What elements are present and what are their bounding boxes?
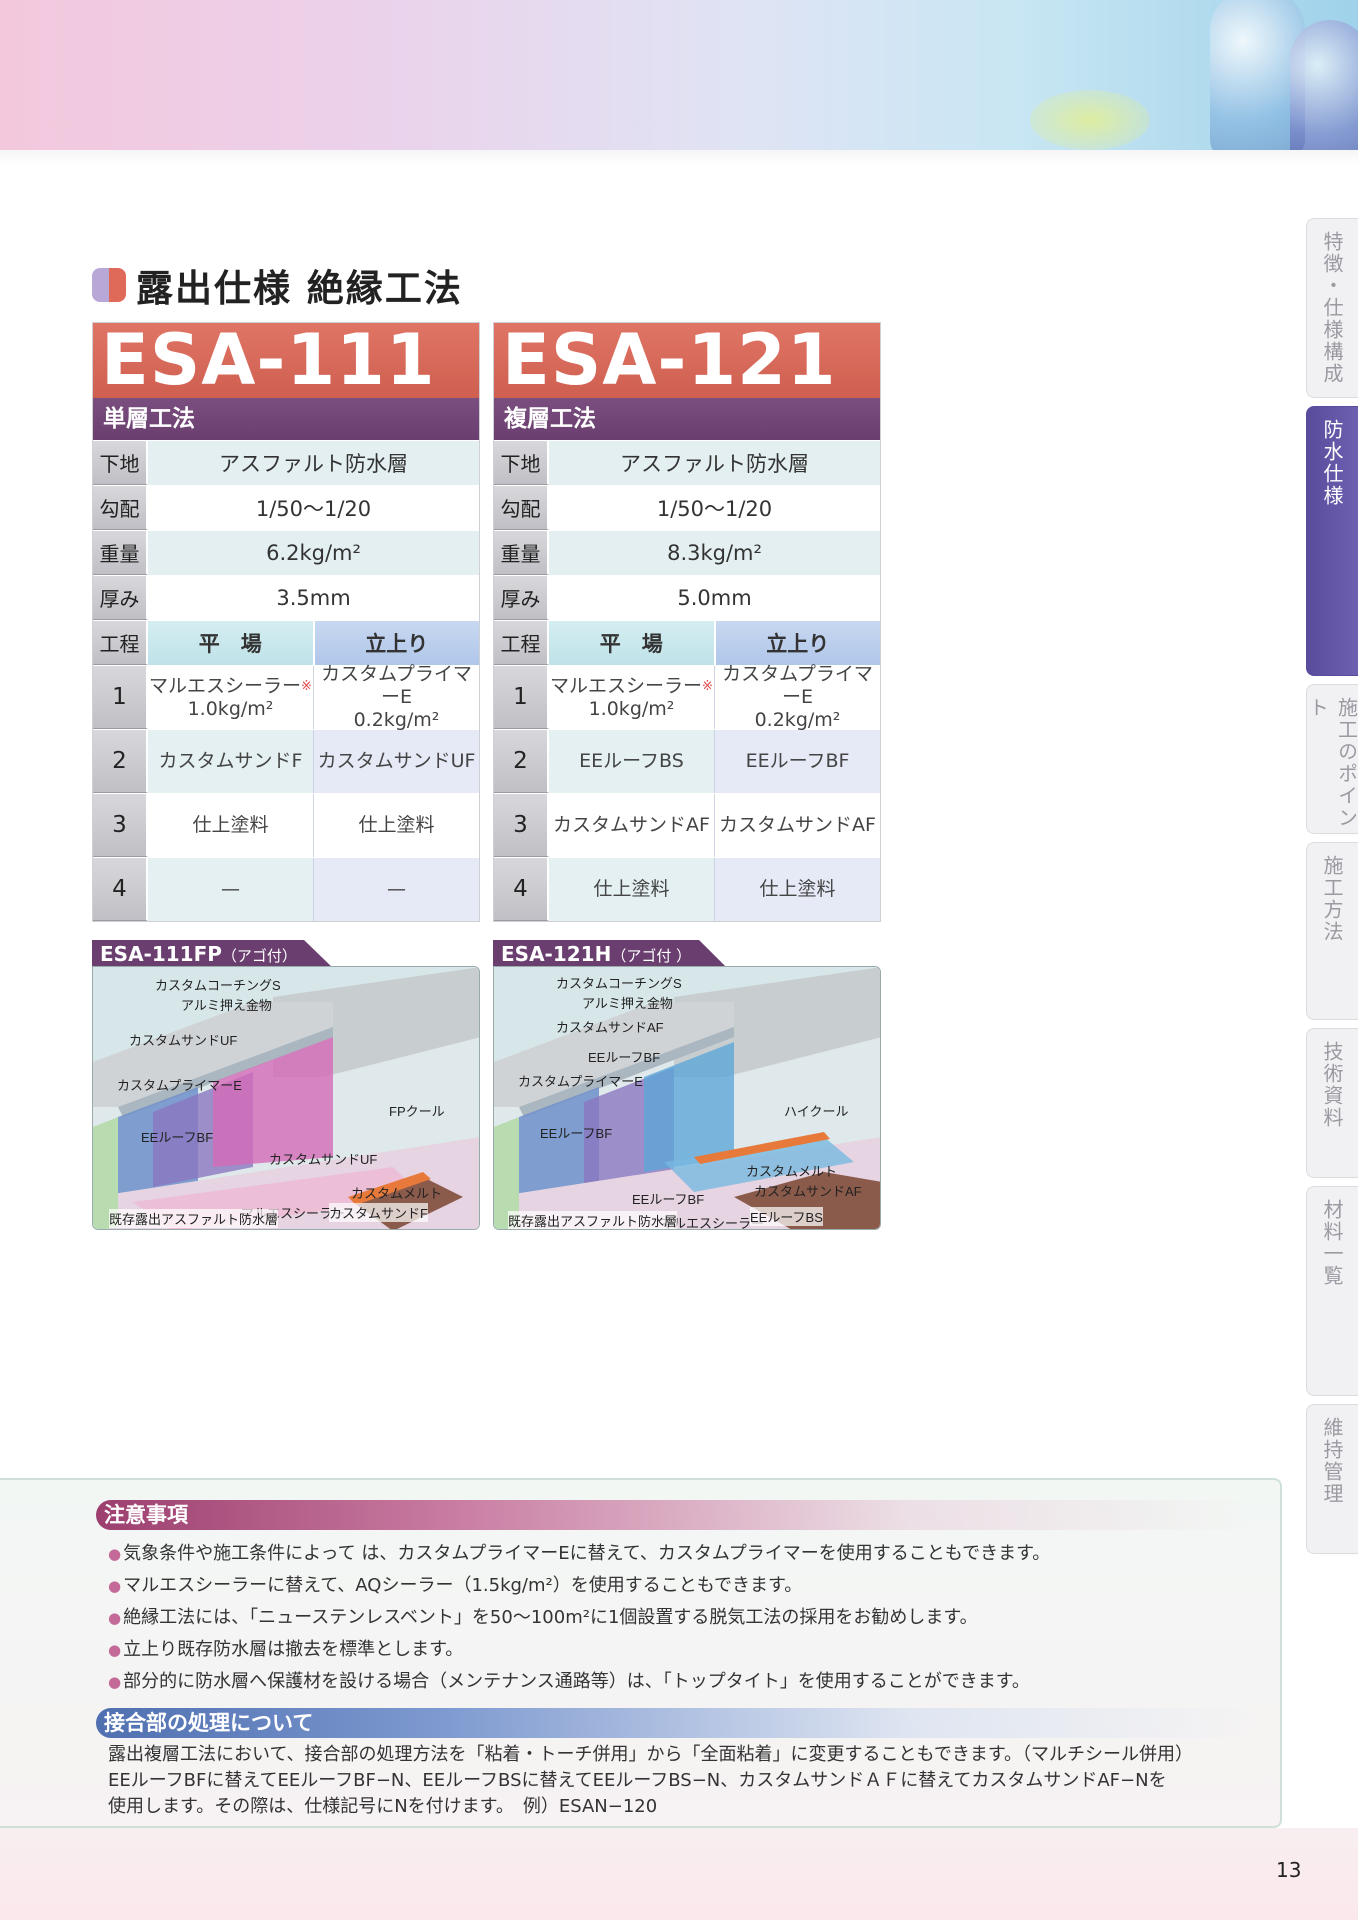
diagram-illustration: カスタムコーチングS アルミ押え金物 カスタムサンドAF EEルーフBF カスタ… <box>493 966 881 1230</box>
spec-row-step: 2 EEルーフBS EEルーフBF <box>494 729 880 793</box>
diagram-label: カスタムメルト <box>746 1164 838 1179</box>
side-tab-waterproof-spec[interactable]: 防水仕様 <box>1306 406 1358 676</box>
note-item: 絶縁工法には、「ニューステンレスベント」を50〜100m²に1個設置する脱気工法… <box>108 1602 1050 1634</box>
diagram-label: カスタムプライマーE <box>117 1078 242 1093</box>
diagram-title: ESA-111FP（アゴ付） <box>92 940 333 968</box>
diagram-esa-111fp: ESA-111FP（アゴ付） カスタムコーチングS アルミ押え金物 カスタムサン… <box>92 940 480 1290</box>
spec-row-step: 4 仕上塗料 仕上塗料 <box>494 857 880 921</box>
side-tab-materials[interactable]: 材料一覧 <box>1306 1186 1358 1396</box>
side-tab-maintenance[interactable]: 維持管理 <box>1306 1404 1358 1554</box>
bottle-image <box>1290 20 1358 165</box>
diagram-label: FPクール <box>389 1104 445 1119</box>
diagram-label: アルミ押え金物 <box>181 998 272 1013</box>
diagram-label: カスタムコーチングS <box>155 978 281 993</box>
diagram-label: EEルーフBF <box>540 1126 613 1141</box>
diagram-label: カスタムサンドF <box>329 1203 428 1222</box>
spec-row-step: 3 カスタムサンドAF カスタムサンドAF <box>494 793 880 857</box>
diagram-esa-121h: ESA-121H（アゴ付 ） カスタムコーチングS アルミ押え金物 カスタムサン… <box>493 940 881 1290</box>
diagram-label: EEルーフBF <box>141 1130 214 1145</box>
spec-row-process-header: 工程平 場立上り <box>494 620 880 665</box>
spec-row-slope: 勾配 1/50〜1/20 <box>494 485 880 530</box>
banner-glow <box>1030 90 1150 150</box>
section-header: 露出仕様 絶縁工法 <box>92 258 463 312</box>
section-title: 露出仕様 絶縁工法 <box>136 267 463 310</box>
spec-row-step: 1 マルエスシーラー※ 1.0kg/m² カスタムプライマーE 0.2kg/m² <box>494 663 880 731</box>
diagram-label: カスタムメルト <box>351 1186 443 1201</box>
spec-row-process-header: 工程平 場立上り <box>93 620 479 665</box>
diagram-label: カスタムサンドAF <box>556 1020 664 1035</box>
diagram-label: EEルーフBF <box>588 1050 661 1065</box>
note-item: 立上り既存防水層は撤去を標準とします。 <box>108 1634 1050 1666</box>
spec-method: 単層工法 <box>93 398 479 440</box>
diagram-label: EEルーフBS <box>750 1207 823 1226</box>
notes-title: 注意事項 <box>96 1500 1256 1530</box>
bottom-background <box>0 1828 1358 1920</box>
diagram-illustration: カスタムコーチングS アルミ押え金物 カスタムサンドUF カスタムプライマーE … <box>92 966 480 1230</box>
diagram-title: ESA-121H（アゴ付 ） <box>493 940 728 968</box>
spec-row-step: 2 カスタムサンドF カスタムサンドUF <box>93 729 479 793</box>
spec-method: 複層工法 <box>494 398 880 440</box>
side-tab-technical-data[interactable]: 技術資料 <box>1306 1028 1358 1178</box>
spec-row-weight: 重量 8.3kg/m² <box>494 530 880 575</box>
page-number: 13 <box>1276 1858 1302 1882</box>
notes-section: 注意事項 気象条件や施工条件によって は、カスタムプライマーEに替えて、カスタム… <box>0 1478 1282 1828</box>
spec-row-slope: 勾配 1/50〜1/20 <box>93 485 479 530</box>
header-banner <box>0 0 1358 165</box>
joint-title: 接合部の処理について <box>96 1708 1256 1738</box>
spec-code: ESA-121 <box>494 323 880 398</box>
spec-table-esa-121: ESA-121 複層工法 下地 アスファルト防水層 勾配 1/50〜1/20 重量 8… <box>493 322 881 922</box>
spec-row-step: 4 — — <box>93 857 479 921</box>
spec-row-base: 下地 アスファルト防水層 <box>93 440 479 485</box>
note-item: 気象条件や施工条件によって は、カスタムプライマーEに替えて、カスタムプライマー… <box>108 1538 1050 1570</box>
spec-row-step: 1 マルエスシーラー※ 1.0kg/m² カスタムプライマーE 0.2kg/m² <box>93 663 479 731</box>
spec-row-base: 下地 アスファルト防水層 <box>494 440 880 485</box>
diagram-label: カスタムプライマーE <box>518 1074 643 1089</box>
notes-list: 気象条件や施工条件によって は、カスタムプライマーEに替えて、カスタムプライマー… <box>108 1538 1050 1698</box>
diagram-label: アルミ押え金物 <box>582 996 673 1011</box>
side-tab-construction-method[interactable]: 施工方法 <box>1306 842 1358 1020</box>
diagram-label: カスタムサンドUF <box>129 1033 238 1048</box>
side-tab-construction-points[interactable]: 施工のポイント <box>1306 684 1358 834</box>
spec-code: ESA-111 <box>93 323 479 398</box>
note-item: 部分的に防水層へ保護材を設ける場合（メンテナンス通路等）は、「トップタイト」を使… <box>108 1666 1050 1698</box>
diagram-label: カスタムサンドUF <box>269 1152 378 1167</box>
spec-row-weight: 重量 6.2kg/m² <box>93 530 479 575</box>
spec-row-thickness: 厚み 5.0mm <box>494 575 880 620</box>
spec-row-step: 3 仕上塗料 仕上塗料 <box>93 793 479 857</box>
diagram-label: 既存露出アスファルト防水層 <box>508 1211 678 1229</box>
side-tab-features[interactable]: 特徴・仕様構成 <box>1306 218 1358 398</box>
diagram-label: カスタムコーチングS <box>556 976 682 991</box>
note-item: マルエスシーラーに替えて、AQシーラー（1.5kg/m²）を使用することもできま… <box>108 1570 1050 1602</box>
diagram-label: ハイクール <box>784 1104 849 1119</box>
diagram-label: カスタムサンドAF <box>754 1184 862 1199</box>
spec-row-thickness: 厚み 3.5mm <box>93 575 479 620</box>
diagram-label: 既存露出アスファルト防水層 <box>109 1209 279 1228</box>
joint-text: 露出複層工法において、接合部の処理方法を「粘着・トーチ併用」から「全面粘着」に変… <box>108 1744 1194 1817</box>
diagram-label: EEルーフBF <box>632 1192 705 1207</box>
side-tab-nav: 特徴・仕様構成 防水仕様 施工のポイント 施工方法 技術資料 材料一覧 維持管理 <box>1306 218 1358 1562</box>
spec-table-esa-111: ESA-111 単層工法 下地 アスファルト防水層 勾配 1/50〜1/20 重量 6… <box>92 322 480 922</box>
section-marker-icon <box>92 268 126 302</box>
